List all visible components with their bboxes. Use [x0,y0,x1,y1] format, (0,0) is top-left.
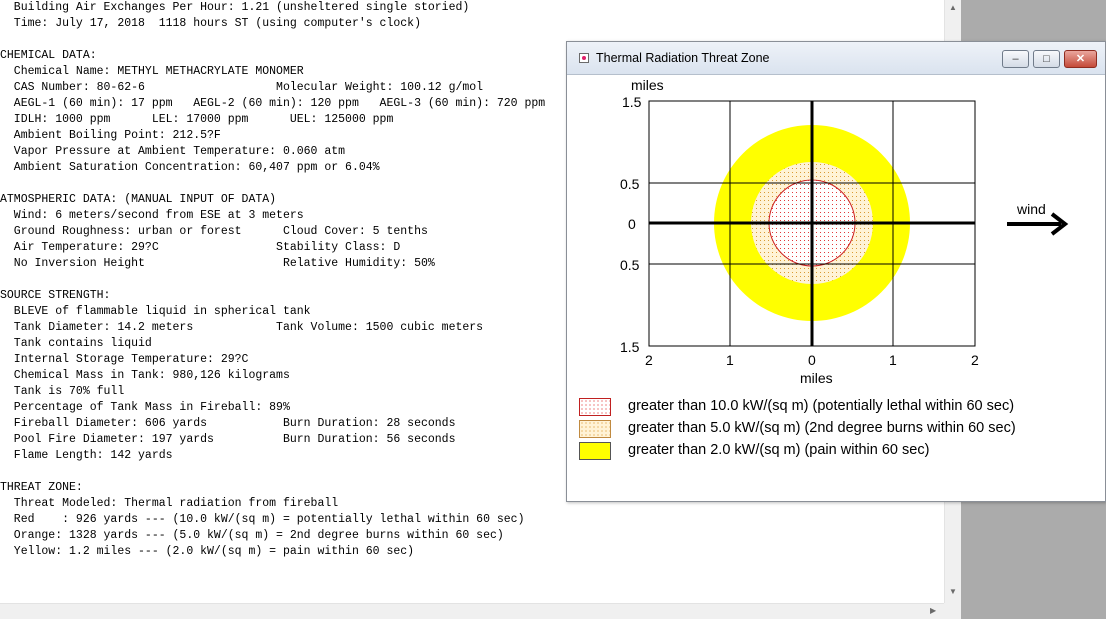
x-tick-label: 2 [645,352,653,368]
maximize-button[interactable]: □ [1033,50,1060,68]
close-icon: ✕ [1075,53,1086,65]
x-axis-unit-label: miles [800,370,833,386]
threat-zone-window[interactable]: Thermal Radiation Threat Zone – □ ✕ mile… [566,41,1106,502]
y-tick-label: 0.5 [620,176,640,192]
scroll-up-arrow-icon[interactable]: ▲ [949,3,957,12]
scroll-down-arrow-icon[interactable]: ▼ [949,587,957,596]
scroll-right-arrow-icon[interactable]: ▶ [930,606,936,615]
app-icon [579,53,589,63]
resize-grip[interactable] [944,603,961,619]
legend-swatch-yellow [579,442,611,460]
minimize-button[interactable]: – [1002,50,1029,68]
window-title: Thermal Radiation Threat Zone [596,51,770,65]
window-titlebar[interactable]: Thermal Radiation Threat Zone – □ ✕ [567,42,1105,75]
minimize-icon: – [1012,53,1019,65]
horizontal-scrollbar[interactable]: ▶ [0,603,944,619]
close-button[interactable]: ✕ [1064,50,1097,68]
legend-label: greater than 5.0 kW/(sq m) (2nd degree b… [628,420,1016,436]
x-tick-label: 0 [808,352,816,368]
legend-label: greater than 2.0 kW/(sq m) (pain within … [628,442,930,458]
legend-swatch-red [579,398,611,416]
legend-label: greater than 10.0 kW/(sq m) (potentially… [628,398,1015,414]
y-tick-label: 1.5 [620,339,640,355]
y-tick-label: 1.5 [622,94,642,110]
maximize-icon: □ [1043,53,1050,65]
legend-swatch-orange [579,420,611,438]
arrow-right-icon [1007,212,1069,236]
x-tick-label: 2 [971,352,979,368]
report-text: Building Air Exchanges Per Hour: 1.21 (u… [0,1,546,558]
x-tick-label: 1 [889,352,897,368]
y-axis-unit-label: miles [631,77,664,93]
wind-label: wind [1016,201,1046,217]
x-tick-label: 1 [726,352,734,368]
y-tick-label: 0 [628,216,636,232]
threat-zone-plot: miles 1.5 0.5 0 0.5 1.5 2 1 0 1 2 miles … [620,77,1069,386]
y-tick-label: 0.5 [620,257,640,273]
